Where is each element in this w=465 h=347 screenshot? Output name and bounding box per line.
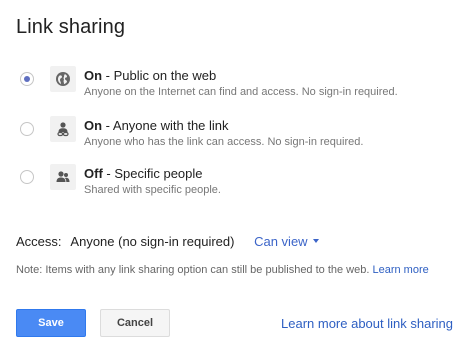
access-label: Access: bbox=[16, 234, 62, 249]
chevron-down-icon bbox=[312, 238, 319, 243]
globe-icon bbox=[50, 66, 76, 92]
cancel-button[interactable]: Cancel bbox=[100, 309, 170, 337]
people-icon bbox=[50, 164, 76, 190]
access-row: Access: Anyone (no sign-in required) Can… bbox=[16, 234, 319, 249]
option-public-on-web[interactable]: On - Public on the web Anyone on the Int… bbox=[0, 62, 465, 106]
publish-note: Note: Items with any link sharing option… bbox=[16, 264, 429, 276]
option-description: Anyone on the Internet can find and acce… bbox=[84, 86, 398, 98]
option-label: Public on the web bbox=[113, 68, 217, 83]
option-title: On - Anyone with the link bbox=[84, 118, 229, 133]
option-anyone-with-link[interactable]: On - Anyone with the link Anyone who has… bbox=[0, 112, 465, 156]
learn-more-link[interactable]: Learn more bbox=[372, 264, 428, 276]
radio-public-on-web[interactable] bbox=[20, 72, 34, 86]
option-label: Anyone with the link bbox=[112, 118, 229, 133]
access-value: Anyone (no sign-in required) bbox=[70, 234, 235, 249]
learn-more-about-link-sharing-link[interactable]: Learn more about link sharing bbox=[281, 316, 453, 331]
option-description: Shared with specific people. bbox=[84, 184, 221, 196]
option-label: Specific people bbox=[114, 166, 203, 181]
radio-specific-people[interactable] bbox=[20, 170, 34, 184]
person-link-icon bbox=[50, 116, 76, 142]
option-state: On bbox=[84, 68, 103, 83]
option-title: On - Public on the web bbox=[84, 68, 217, 83]
dialog-title: Link sharing bbox=[16, 16, 126, 38]
option-specific-people[interactable]: Off - Specific people Shared with specif… bbox=[0, 160, 465, 204]
radio-anyone-with-link[interactable] bbox=[20, 122, 34, 136]
save-button[interactable]: Save bbox=[16, 309, 86, 337]
link-sharing-dialog: Link sharing On - Public on the web Anyo… bbox=[0, 0, 465, 347]
option-state: Off bbox=[84, 166, 103, 181]
note-text: Note: Items with any link sharing option… bbox=[16, 264, 370, 276]
option-title: Off - Specific people bbox=[84, 166, 203, 181]
permission-dropdown-label: Can view bbox=[254, 234, 308, 249]
permission-dropdown[interactable]: Can view bbox=[254, 234, 319, 249]
option-state: On bbox=[84, 118, 103, 133]
option-description: Anyone who has the link can access. No s… bbox=[84, 136, 364, 148]
